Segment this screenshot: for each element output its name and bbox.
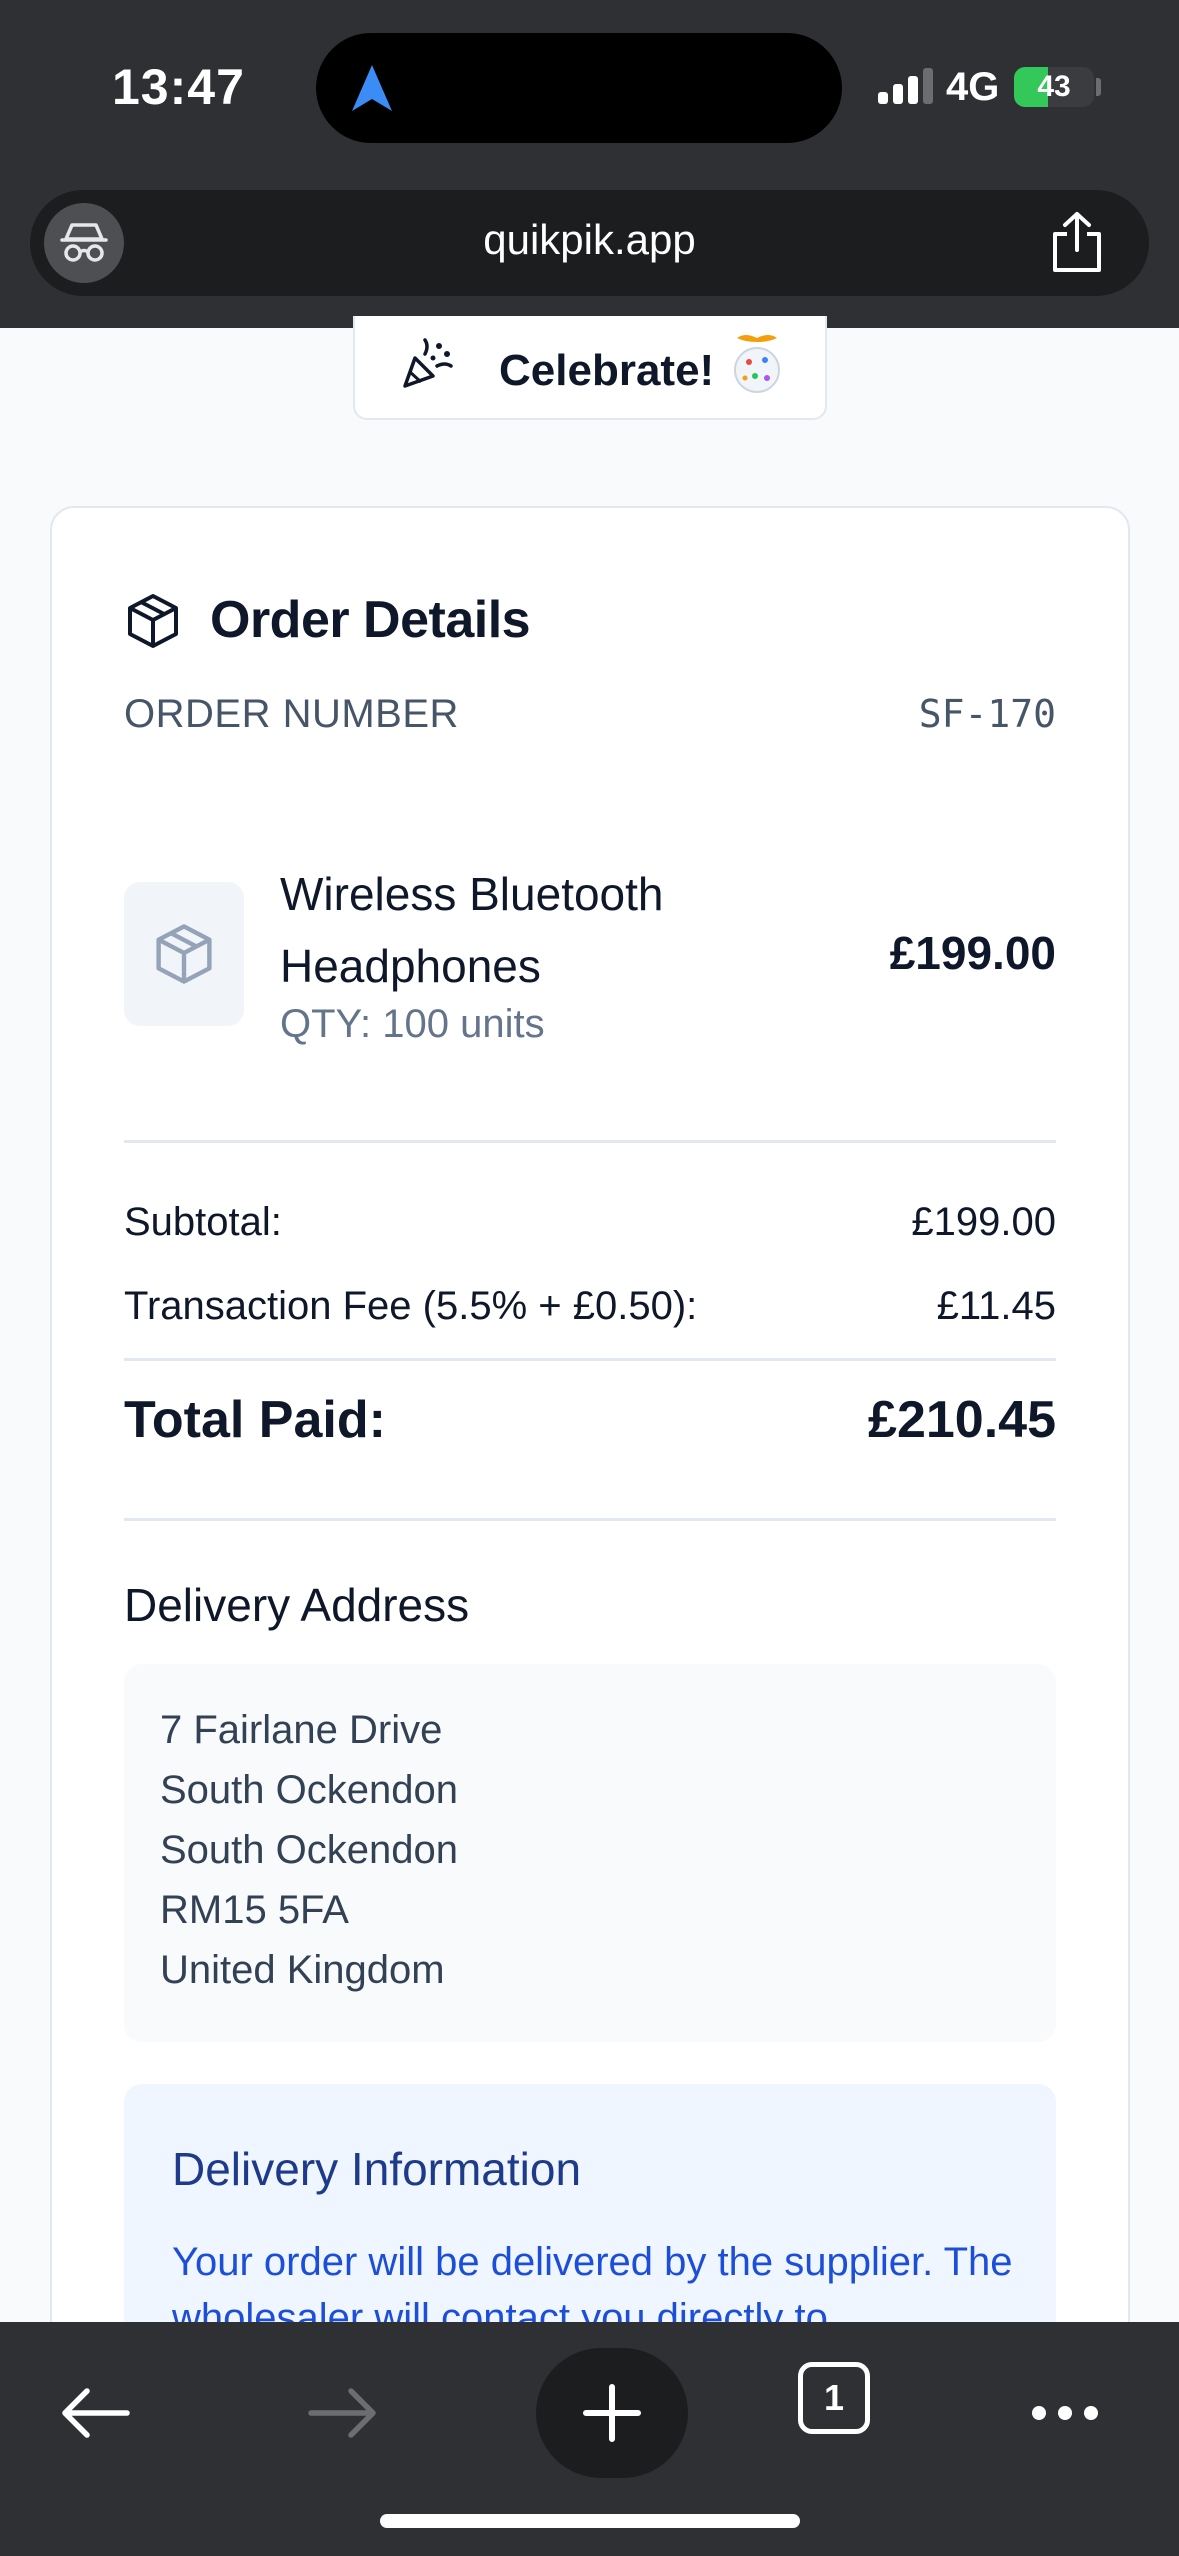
address-bar[interactable]: quikpik.app <box>30 190 1149 296</box>
package-icon <box>128 594 178 648</box>
network-type: 4G <box>946 65 1000 109</box>
location-arrow-icon <box>352 65 392 111</box>
address-line: South Ockendon <box>160 1828 458 1872</box>
arrow-right-icon <box>308 2388 376 2438</box>
address-line: RM15 5FA <box>160 1888 349 1932</box>
order-number-label: ORDER NUMBER <box>124 692 459 736</box>
order-number-value: SF-170 <box>918 692 1056 736</box>
browser-top-chrome: 13:47 4G 43 quikpik.app <box>0 0 1179 328</box>
subtotal-value: £199.00 <box>911 1200 1056 1244</box>
share-icon[interactable] <box>1047 210 1107 274</box>
confetti-ball-icon <box>734 335 780 393</box>
battery-nub <box>1096 78 1101 96</box>
tabs-button[interactable]: 1 <box>798 2362 870 2434</box>
back-button[interactable] <box>30 2348 160 2478</box>
party-popper-icon <box>403 338 453 388</box>
celebrate-button[interactable]: Celebrate! <box>353 316 827 420</box>
page-title: Order Details <box>210 591 531 649</box>
delivery-information-box: Delivery Information Your order will be … <box>124 2084 1056 2344</box>
divider <box>124 1358 1056 1361</box>
plus-icon <box>583 2384 641 2442</box>
address-line: South Ockendon <box>160 1768 458 1812</box>
product-price: £199.00 <box>889 927 1056 979</box>
delivery-information-title: Delivery Information <box>172 2143 582 2195</box>
delivery-address-box: 7 Fairlane Drive South Ockendon South Oc… <box>124 1664 1056 2042</box>
order-details-card: Order Details ORDER NUMBER SF-170 Wirele… <box>50 506 1130 2556</box>
transaction-fee-value: £11.45 <box>936 1284 1056 1328</box>
battery-percent: 43 <box>1037 70 1071 103</box>
arrow-left-icon <box>62 2388 130 2438</box>
home-indicator[interactable] <box>380 2514 800 2528</box>
subtotal-label: Subtotal: <box>124 1200 282 1244</box>
divider <box>124 1140 1056 1143</box>
new-tab-button[interactable] <box>536 2348 688 2478</box>
transaction-fee-label: Transaction Fee (5.5% + £0.50): <box>124 1284 698 1328</box>
address-line: 7 Fairlane Drive <box>160 1708 443 1752</box>
celebrate-label: Celebrate! <box>499 346 715 395</box>
more-icon <box>1032 2406 1098 2420</box>
product-name: Wireless Bluetooth Headphones <box>280 868 664 992</box>
divider <box>124 1518 1056 1521</box>
dynamic-island <box>316 33 842 143</box>
address-line: United Kingdom <box>160 1948 445 1992</box>
total-paid-label: Total Paid: <box>124 1391 386 1449</box>
forward-button[interactable] <box>278 2348 408 2478</box>
product-quantity: QTY: 100 units <box>280 1002 545 1046</box>
more-menu-button[interactable] <box>1000 2348 1130 2478</box>
status-time: 13:47 <box>112 59 245 115</box>
cellular-signal-icon <box>878 68 936 104</box>
package-icon <box>156 924 212 984</box>
url-text[interactable]: quikpik.app <box>30 216 1149 264</box>
product-thumbnail <box>124 882 244 1026</box>
tab-count: 1 <box>823 2377 845 2418</box>
total-paid-value: £210.45 <box>868 1391 1056 1449</box>
delivery-address-title: Delivery Address <box>124 1579 470 1631</box>
battery-icon: 43 <box>1014 67 1094 107</box>
